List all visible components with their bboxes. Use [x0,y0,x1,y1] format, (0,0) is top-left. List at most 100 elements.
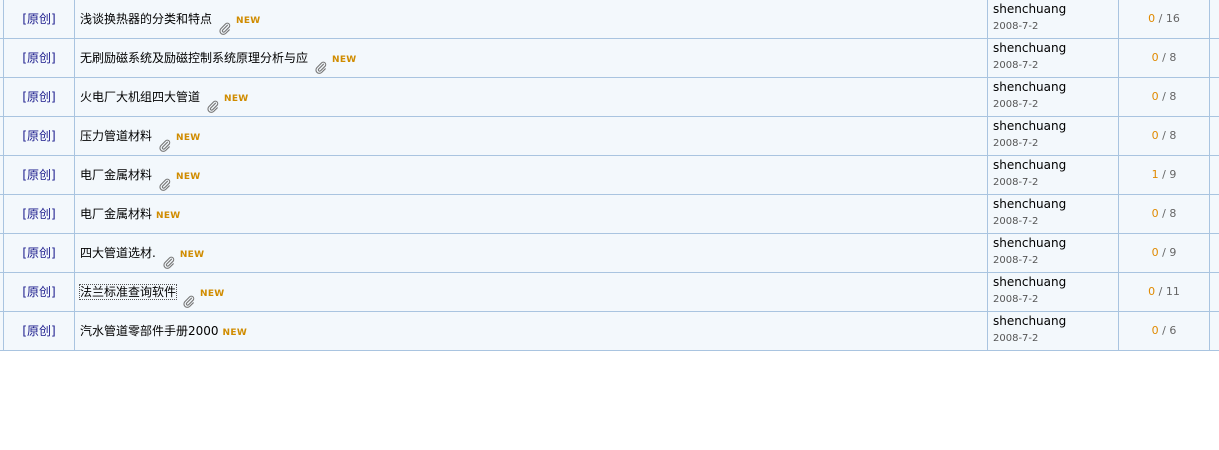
post-date: 2008-7-2 [993,333,1039,344]
view-count: 8 [1169,129,1177,142]
column-divider [987,195,988,234]
author-name[interactable]: shenchuang [993,80,1113,95]
column-divider [1209,195,1210,234]
reply-view-count: 0 / 6 [1119,312,1209,350]
paperclip-icon [218,13,232,35]
column-divider [1209,0,1210,39]
thread-title-link[interactable]: 电厂金属材料 [80,168,152,182]
reply-count: 0 [1151,90,1159,103]
thread-title-cell: 电厂金属材料 NEW [80,156,201,194]
thread-row: [原创] 汽水管道零部件手册2000 NEW shenchuang 2008-7-2 0 … [0,312,1219,351]
thread-type: [原创] [4,195,74,233]
reply-view-count: 0 / 8 [1119,39,1209,77]
author-name[interactable]: shenchuang [993,2,1113,17]
new-badge: NEW [200,289,225,299]
reply-view-count: 0 / 8 [1119,78,1209,116]
column-divider [1209,117,1210,156]
new-badge: NEW [156,211,181,221]
column-divider [74,234,75,273]
thread-title-cell: 火电厂大机组四大管道 NEW [80,78,249,116]
view-count: 8 [1169,90,1177,103]
column-divider [74,0,75,39]
reply-count: 0 [1151,324,1159,337]
view-count: 8 [1169,51,1177,64]
thread-title-link[interactable]: 电厂金属材料 [80,207,152,221]
author-name[interactable]: shenchuang [993,275,1113,290]
new-badge: NEW [224,94,249,104]
thread-title-cell: 电厂金属材料 NEW [80,195,181,233]
column-divider [987,0,988,39]
paperclip-icon [158,130,172,152]
thread-title-link[interactable]: 火电厂大机组四大管道 [80,90,200,104]
author-name[interactable]: shenchuang [993,119,1113,134]
thread-title-cell: 浅谈换热器的分类和特点 NEW [80,0,261,38]
post-date: 2008-7-2 [993,216,1039,227]
thread-title-cell: 汽水管道零部件手册2000 NEW [80,312,247,350]
author-name[interactable]: shenchuang [993,197,1113,212]
paperclip-icon [162,247,176,269]
author-cell: shenchuang 2008-7-2 [993,2,1113,34]
thread-type-link[interactable]: [原创] [22,129,55,143]
column-divider [987,156,988,195]
post-date: 2008-7-2 [993,294,1039,305]
thread-type: [原创] [4,78,74,116]
column-divider [74,312,75,351]
column-divider [987,78,988,117]
paperclip-icon [314,52,328,74]
new-badge: NEW [222,328,248,338]
thread-title-link[interactable]: 无刷励磁系统及励磁控制系统原理分析与应 [80,51,308,65]
column-divider [74,39,75,78]
thread-row: [原创] 浅谈换热器的分类和特点 NEW shenchuang 2008-7-2 0 / … [0,0,1219,39]
column-divider [1209,39,1210,78]
thread-type: [原创] [4,273,74,311]
thread-row: [原创] 电厂金属材料 NEW shenchuang 2008-7-2 1 / 9 [0,156,1219,195]
author-name[interactable]: shenchuang [993,158,1113,173]
paperclip-icon [182,286,196,308]
count-separator: / [1155,285,1166,298]
post-date: 2008-7-2 [993,21,1039,32]
column-divider [1209,156,1210,195]
thread-type-link[interactable]: [原创] [22,285,55,299]
reply-count: 0 [1151,129,1159,142]
thread-type-link[interactable]: [原创] [22,168,55,182]
thread-title-link[interactable]: 压力管道材料 [80,129,152,143]
thread-type-link[interactable]: [原创] [22,246,55,260]
reply-view-count: 0 / 9 [1119,234,1209,272]
new-badge: NEW [236,16,261,26]
thread-type-link[interactable]: [原创] [22,90,55,104]
thread-title-cell: 压力管道材料 NEW [80,117,201,155]
thread-type-link[interactable]: [原创] [22,12,55,26]
thread-type-link[interactable]: [原创] [22,51,55,65]
thread-type: [原创] [4,312,74,350]
count-separator: / [1158,129,1170,142]
author-name[interactable]: shenchuang [993,236,1113,251]
author-name[interactable]: shenchuang [993,41,1113,56]
thread-type: [原创] [4,0,74,38]
reply-view-count: 0 / 8 [1119,195,1209,233]
thread-type: [原创] [4,234,74,272]
view-count: 8 [1169,207,1177,220]
thread-type-link[interactable]: [原创] [22,207,55,221]
paperclip-icon [206,91,220,113]
reply-count: 0 [1151,51,1159,64]
thread-type-link[interactable]: [原创] [22,324,55,338]
reply-count: 1 [1151,168,1159,181]
thread-title-link[interactable]: 法兰标准查询软件 [78,284,178,300]
count-separator: / [1158,324,1170,337]
author-cell: shenchuang 2008-7-2 [993,236,1113,268]
post-date: 2008-7-2 [993,138,1039,149]
thread-title-link[interactable]: 汽水管道零部件手册2000 [80,324,219,338]
column-divider [74,156,75,195]
author-name[interactable]: shenchuang [993,314,1113,329]
reply-count: 0 [1151,246,1159,259]
thread-title-link[interactable]: 浅谈换热器的分类和特点 [80,12,212,26]
reply-view-count: 1 / 9 [1119,156,1209,194]
column-divider [1209,312,1210,351]
view-count: 16 [1165,12,1180,25]
count-separator: / [1158,207,1170,220]
count-separator: / [1158,90,1170,103]
new-badge: NEW [179,250,205,260]
new-badge: NEW [176,172,201,182]
thread-title-link[interactable]: 四大管道选材. [80,246,156,260]
thread-title-cell: 无刷励磁系统及励磁控制系统原理分析与应 NEW [80,39,357,77]
